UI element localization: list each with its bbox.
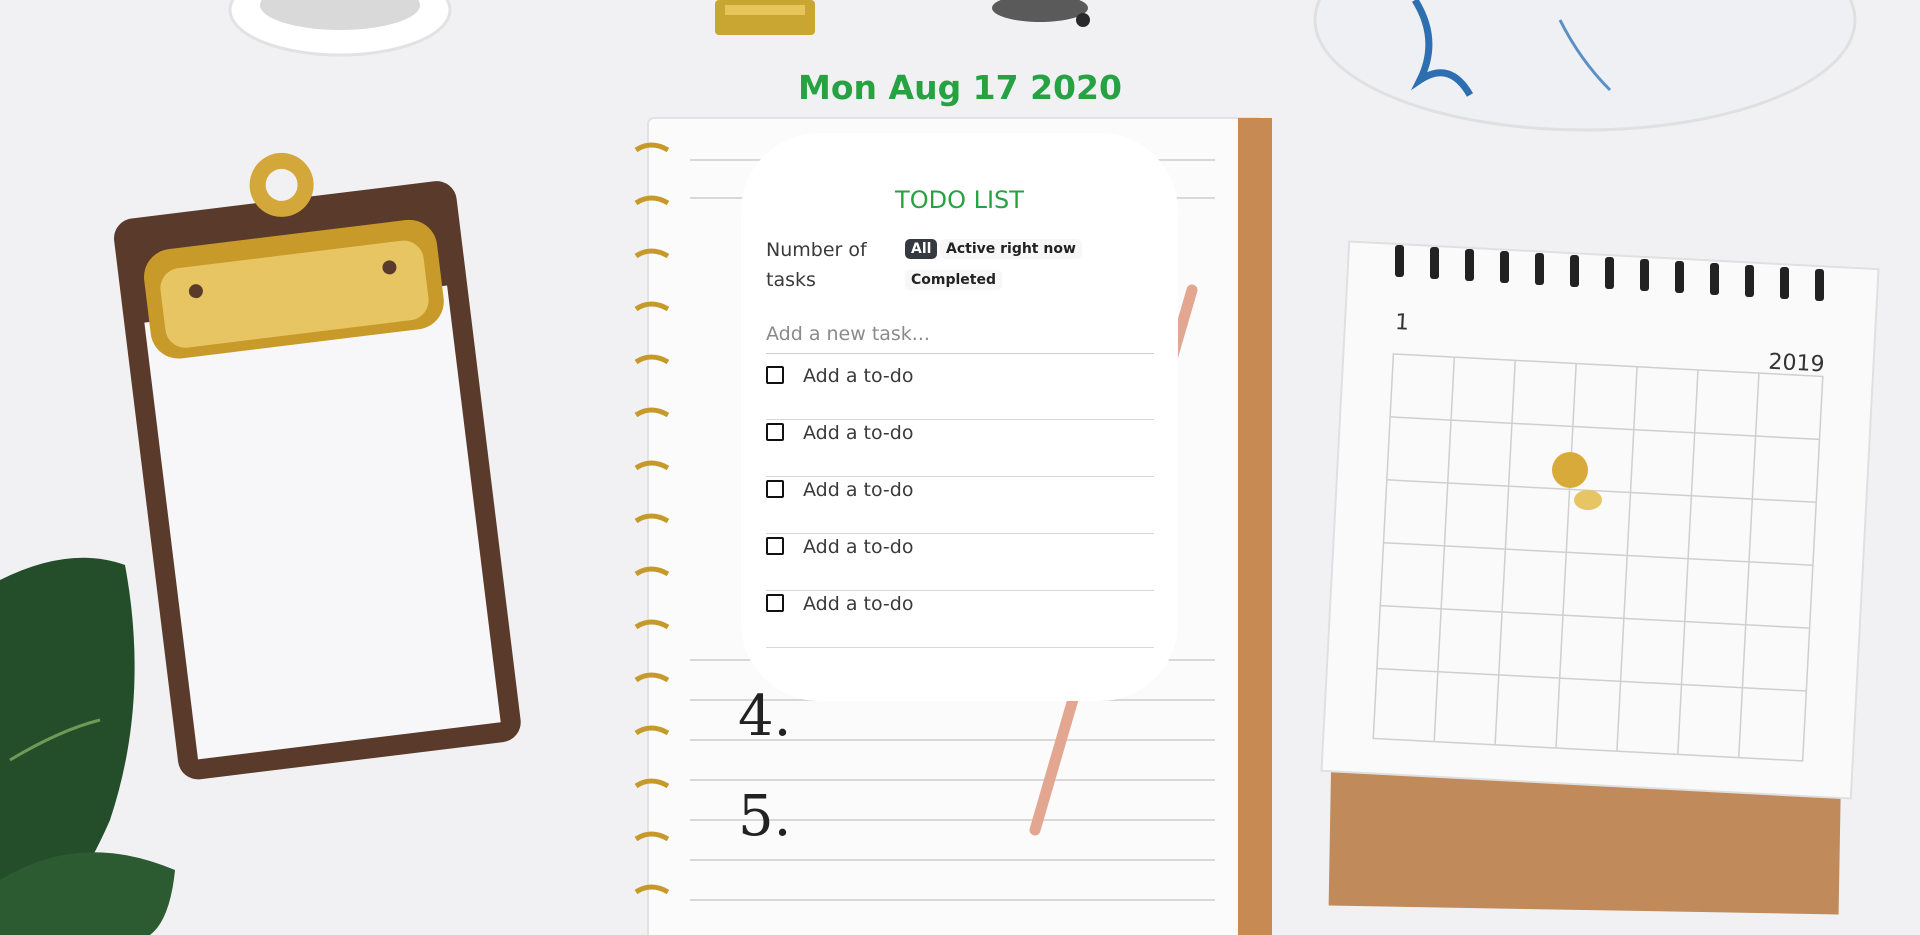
filter-active-button[interactable]: Active right now: [940, 239, 1082, 259]
todo-list: Add a to-do Add a to-do Add a to-do Add …: [766, 363, 1154, 648]
todo-checkbox[interactable]: [766, 480, 784, 498]
svg-text:5.: 5.: [738, 784, 791, 849]
todo-checkbox[interactable]: [766, 537, 784, 555]
svg-text:2019: 2019: [1768, 350, 1825, 378]
todo-item-label[interactable]: Add a to-do: [803, 479, 913, 501]
filter-completed-button[interactable]: Completed: [905, 270, 1003, 290]
todo-item: Add a to-do: [766, 477, 1154, 534]
todo-item-label[interactable]: Add a to-do: [803, 365, 913, 387]
current-date: Mon Aug 17 2020: [798, 68, 1122, 107]
todo-item: Add a to-do: [766, 591, 1154, 648]
svg-text:4.: 4.: [738, 684, 791, 749]
todo-checkbox[interactable]: [766, 594, 784, 612]
task-count-label: Number of tasks: [766, 239, 867, 291]
todo-item-label[interactable]: Add a to-do: [803, 422, 913, 444]
new-task-input[interactable]: [766, 315, 1154, 354]
todo-item: Add a to-do: [766, 363, 1154, 420]
filter-all-button[interactable]: All: [905, 239, 938, 259]
todo-title: TODO LIST: [895, 186, 1024, 214]
todo-item-label[interactable]: Add a to-do: [803, 536, 913, 558]
todo-item-label[interactable]: Add a to-do: [803, 593, 913, 615]
todo-card: TODO LIST Number of tasks All Active rig…: [741, 133, 1178, 701]
todo-checkbox[interactable]: [766, 423, 784, 441]
svg-text:1: 1: [1394, 310, 1409, 336]
todo-item: Add a to-do: [766, 420, 1154, 477]
todo-item: Add a to-do: [766, 534, 1154, 591]
todo-checkbox[interactable]: [766, 366, 784, 384]
